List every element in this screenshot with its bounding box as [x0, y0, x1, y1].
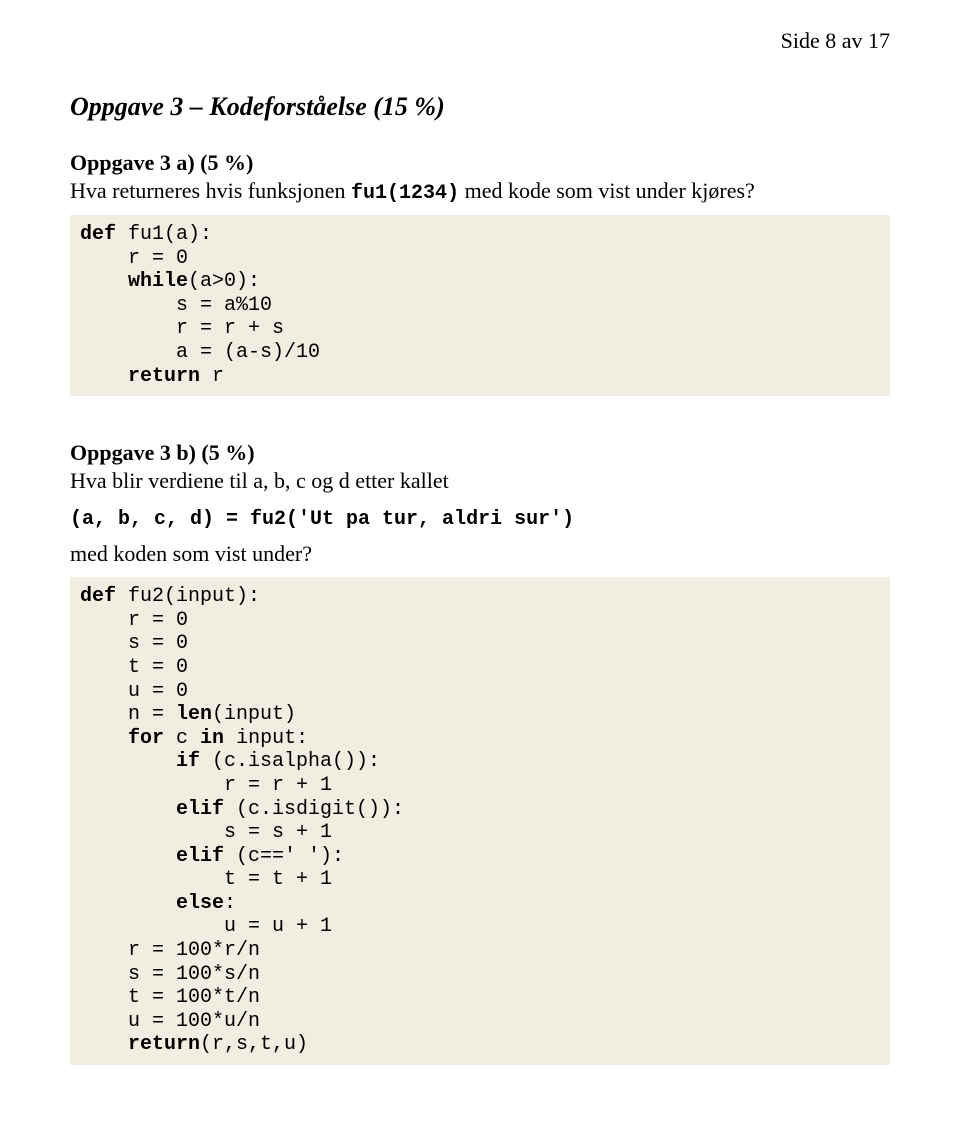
prompt-text-post: med kode som vist under kjøres?	[459, 178, 755, 203]
code-text: n =	[80, 703, 176, 726]
code-text	[80, 845, 176, 868]
page-number: Side 8 av 17	[70, 28, 890, 54]
code-text	[80, 727, 128, 750]
task-3a-prompt: Hva returneres hvis funksjonen fu1(1234)…	[70, 178, 890, 205]
kw-for: for	[128, 727, 164, 750]
kw-return: return	[128, 1033, 200, 1056]
code-block-fu1: def fu1(a): r = 0 while(a>0): s = a%10 r…	[70, 215, 890, 396]
code-text: a = (a-s)/10	[80, 341, 320, 364]
prompt-text-pre: Hva returneres hvis funksjonen	[70, 178, 351, 203]
code-text: (c.isalpha()):	[200, 750, 380, 773]
code-text: r = 0	[80, 609, 188, 632]
task-3b-prompt-line2: (a, b, c, d) = fu2('Ut pa tur, aldri sur…	[70, 504, 890, 531]
kw-elif: elif	[176, 845, 224, 868]
code-text: s = 0	[80, 632, 188, 655]
code-text	[80, 365, 128, 388]
code-text: :	[224, 892, 236, 915]
code-text: input:	[224, 727, 308, 750]
code-text	[80, 750, 176, 773]
task-3b-prompt-line1: Hva blir verdiene til a, b, c og d etter…	[70, 468, 890, 494]
page: Side 8 av 17 Oppgave 3 – Kodeforståelse …	[0, 0, 960, 1135]
code-text	[80, 892, 176, 915]
code-text: r = r + 1	[80, 774, 332, 797]
code-text: u = u + 1	[80, 915, 332, 938]
code-text: (a>0):	[188, 270, 260, 293]
code-text: r = 100*r/n	[80, 939, 260, 962]
code-text	[80, 798, 176, 821]
code-text	[80, 1033, 128, 1056]
code-text: s = 100*s/n	[80, 963, 260, 986]
code-text: u = 0	[80, 680, 188, 703]
code-text: (r,s,t,u)	[200, 1033, 308, 1056]
kw-elif: elif	[176, 798, 224, 821]
task-title: Oppgave 3 – Kodeforståelse (15 %)	[70, 92, 890, 122]
code-text: r = 0	[80, 247, 188, 270]
kw-while: while	[128, 270, 188, 293]
kw-in: in	[200, 727, 224, 750]
code-text: s = s + 1	[80, 821, 332, 844]
task-3b-subtitle: Oppgave 3 b) (5 %)	[70, 440, 890, 466]
code-text: t = t + 1	[80, 868, 332, 891]
code-text: u = 100*u/n	[80, 1010, 260, 1033]
code-text: fu2(input):	[116, 585, 260, 608]
code-block-fu2: def fu2(input): r = 0 s = 0 t = 0 u = 0 …	[70, 577, 890, 1065]
kw-len: len	[176, 703, 212, 726]
kw-return: return	[128, 365, 200, 388]
code-text: r = r + s	[80, 317, 284, 340]
code-text: s = a%10	[80, 294, 272, 317]
kw-if: if	[176, 750, 200, 773]
code-text	[80, 270, 128, 293]
prompt-code-inline: fu1(1234)	[351, 182, 459, 205]
task-3a-subtitle: Oppgave 3 a) (5 %)	[70, 150, 890, 176]
code-text: r	[200, 365, 224, 388]
code-text: (input)	[212, 703, 296, 726]
code-text: t = 0	[80, 656, 188, 679]
kw-def: def	[80, 223, 116, 246]
code-text: fu1(a):	[116, 223, 212, 246]
code-text: c	[164, 727, 200, 750]
kw-else: else	[176, 892, 224, 915]
kw-def: def	[80, 585, 116, 608]
code-text: (c==' '):	[224, 845, 344, 868]
code-text: (c.isdigit()):	[224, 798, 404, 821]
prompt-code-inline: (a, b, c, d) = fu2('Ut pa tur, aldri sur…	[70, 508, 574, 531]
task-3b-prompt-line3: med koden som vist under?	[70, 541, 890, 567]
code-text: t = 100*t/n	[80, 986, 260, 1009]
